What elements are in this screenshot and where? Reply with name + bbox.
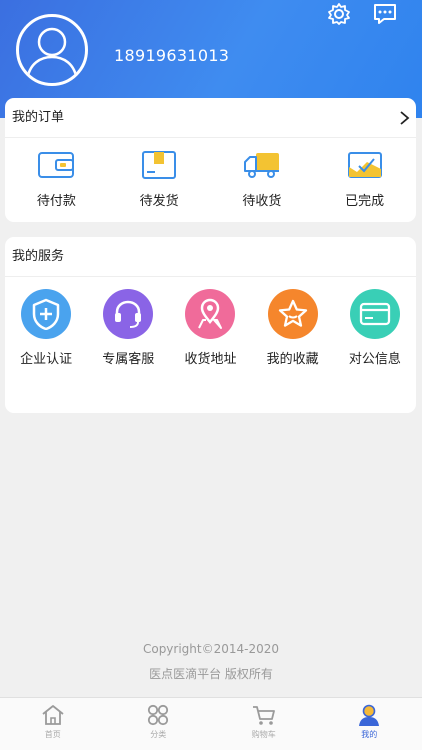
tab-label: 我的 bbox=[361, 730, 378, 739]
completed-icon bbox=[347, 152, 382, 178]
service-label: 对公信息 bbox=[348, 352, 401, 367]
order-pending-receipt[interactable]: 待收货 bbox=[211, 150, 314, 209]
category-icon bbox=[148, 704, 169, 726]
service-label: 收货地址 bbox=[184, 352, 237, 367]
order-label: 已完成 bbox=[345, 194, 385, 209]
order-completed[interactable]: 已完成 bbox=[313, 150, 416, 209]
wallet-icon bbox=[38, 152, 75, 178]
tab-label: 分类 bbox=[150, 730, 167, 739]
home-icon bbox=[42, 705, 64, 725]
service-customer-support[interactable]: 专属客服 bbox=[87, 289, 169, 367]
user-phone: 18919631013 bbox=[114, 46, 230, 65]
profile-icon bbox=[359, 704, 380, 726]
star-icon bbox=[267, 289, 318, 339]
location-pin-icon bbox=[185, 289, 236, 339]
tab-cart[interactable]: 购物车 bbox=[211, 698, 317, 750]
orders-card: 我的订单 待付款 待发货 待收货 已完成 bbox=[5, 98, 416, 222]
order-pending-shipment[interactable]: 待发货 bbox=[108, 150, 211, 209]
services-title: 我的服务 bbox=[12, 249, 65, 264]
tab-label: 首页 bbox=[44, 730, 61, 739]
headset-icon bbox=[103, 289, 154, 339]
card-icon bbox=[349, 289, 400, 339]
service-favorites[interactable]: 我的收藏 bbox=[252, 289, 334, 367]
message-icon[interactable] bbox=[372, 2, 398, 26]
package-icon bbox=[142, 151, 177, 179]
cart-icon bbox=[252, 706, 275, 725]
order-label: 待付款 bbox=[36, 194, 76, 209]
service-shipping-address[interactable]: 收货地址 bbox=[169, 289, 251, 367]
truck-icon bbox=[243, 153, 279, 178]
user-icon bbox=[25, 27, 79, 82]
tab-profile[interactable]: 我的 bbox=[317, 698, 422, 750]
settings-icon[interactable] bbox=[326, 2, 352, 26]
orders-header[interactable]: 我的订单 bbox=[5, 98, 416, 138]
service-corporate-info[interactable]: 对公信息 bbox=[334, 289, 416, 367]
copyright-text: Copyright©2014-2020 bbox=[142, 642, 280, 656]
service-label: 我的收藏 bbox=[266, 352, 319, 367]
chevron-right-icon[interactable] bbox=[398, 110, 410, 126]
order-pending-payment[interactable]: 待付款 bbox=[5, 150, 108, 209]
platform-rights-text: 医点医滴平台 版权所有 bbox=[149, 667, 273, 681]
service-label: 专属客服 bbox=[102, 352, 155, 367]
avatar[interactable] bbox=[16, 14, 88, 86]
order-label: 待收货 bbox=[242, 194, 282, 209]
services-header: 我的服务 bbox=[5, 237, 416, 277]
service-label: 企业认证 bbox=[20, 352, 73, 367]
shield-plus-icon bbox=[21, 289, 72, 339]
bottom-tab-bar: 首页 分类 购物车 我的 bbox=[0, 697, 422, 750]
orders-title: 我的订单 bbox=[12, 110, 65, 125]
tab-category[interactable]: 分类 bbox=[106, 698, 212, 750]
tab-home[interactable]: 首页 bbox=[0, 698, 106, 750]
services-card: 我的服务 企业认证 专属客服 收货地址 我的收藏 对公信息 bbox=[5, 237, 416, 413]
order-label: 待发货 bbox=[139, 194, 179, 209]
tab-label: 购物车 bbox=[251, 730, 276, 739]
service-enterprise-verify[interactable]: 企业认证 bbox=[5, 289, 87, 367]
